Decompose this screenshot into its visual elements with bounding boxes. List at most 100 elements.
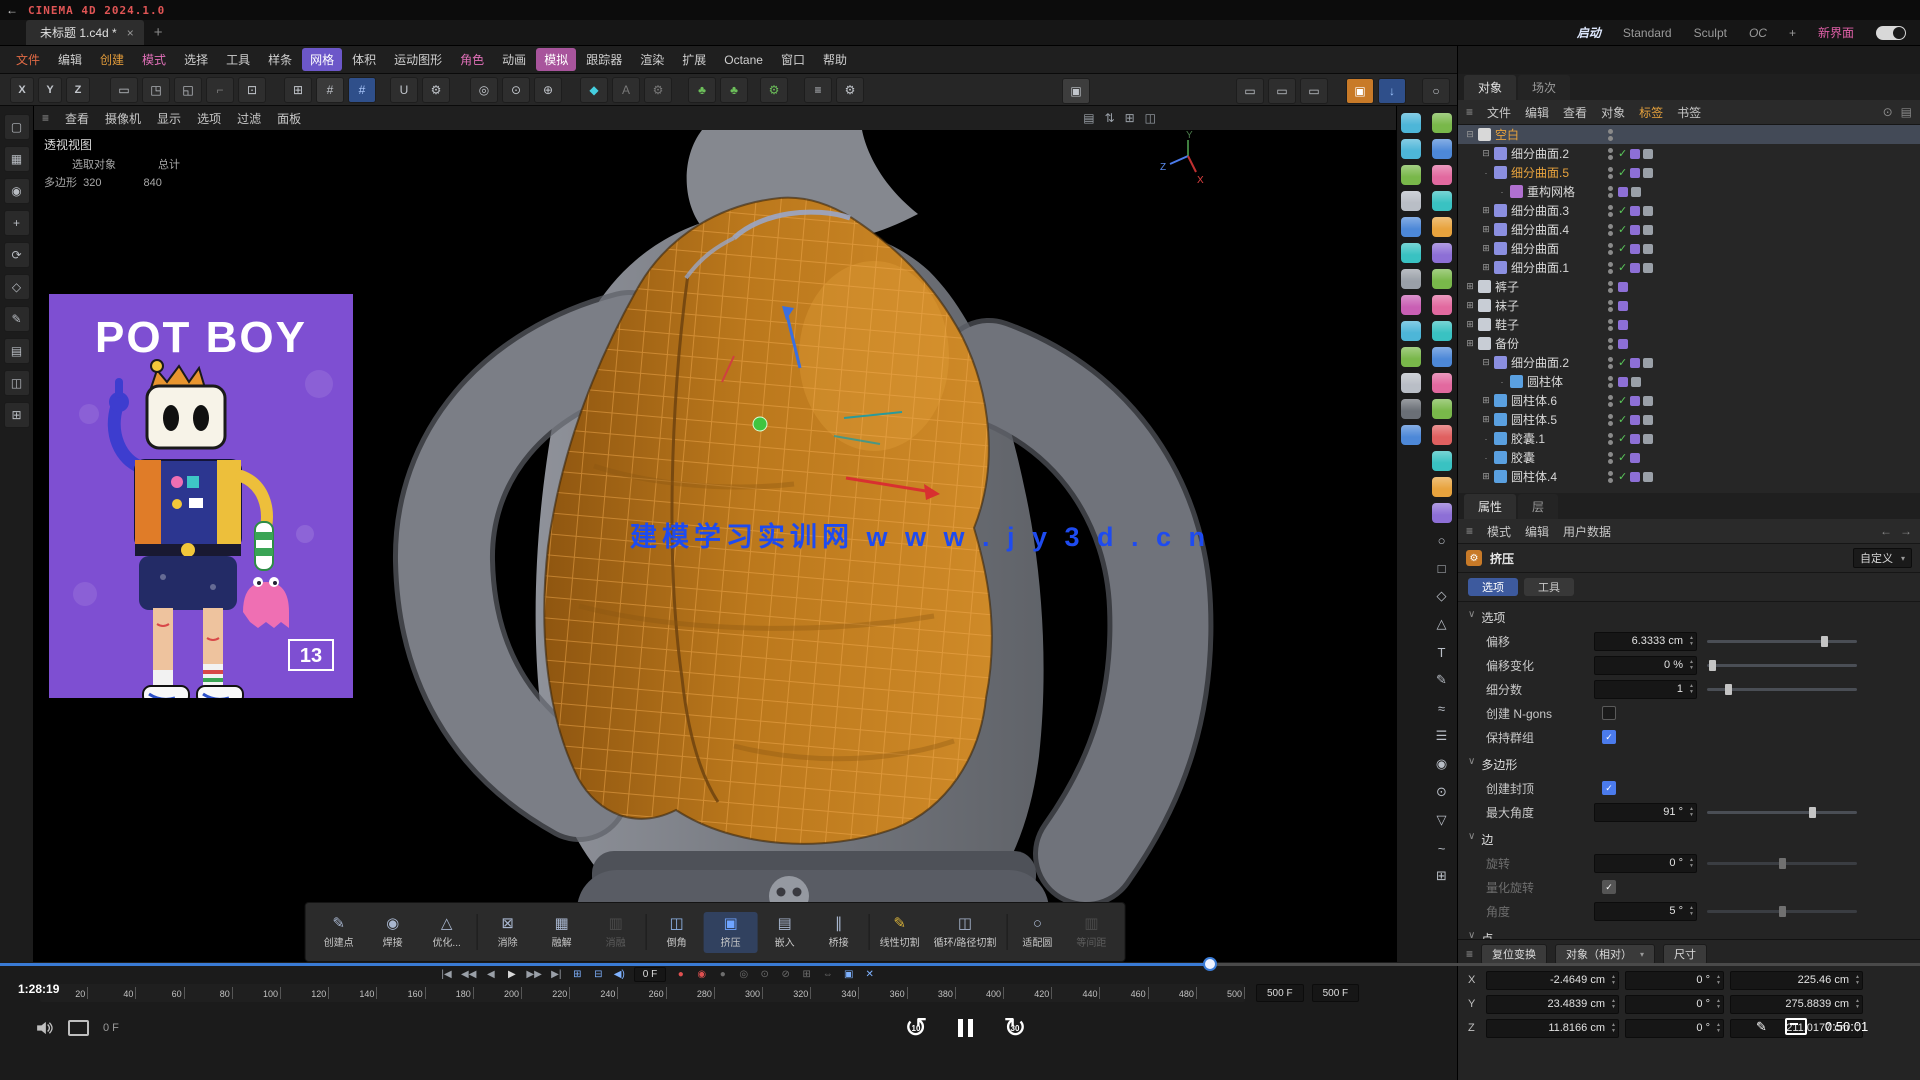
rotation-field[interactable]: 0 °▲▼	[1625, 971, 1724, 990]
toolbar-icon[interactable]: ⚙	[644, 77, 672, 103]
add-tab-button[interactable]: +	[154, 24, 163, 41]
tool-icon[interactable]: ⟳	[4, 242, 30, 268]
visibility-dots[interactable]	[1608, 300, 1613, 312]
value-field[interactable]: 91 °▲▼	[1594, 803, 1697, 822]
visibility-dots[interactable]	[1608, 376, 1613, 388]
object-row[interactable]: ⊞细分曲面.1✓	[1458, 258, 1920, 277]
viewport-menu-icon[interactable]: ◫	[1145, 111, 1156, 125]
visibility-dots[interactable]	[1608, 205, 1613, 217]
mesh-tool-button[interactable]: ⊠消除	[481, 912, 535, 953]
panel-menu-icon[interactable]: ←	[1880, 524, 1892, 538]
menu-item[interactable]: 跟踪器	[578, 48, 630, 71]
spline-palette-icon[interactable]: ◇	[1431, 585, 1453, 607]
object-name[interactable]: 圆柱体	[1527, 373, 1563, 390]
menu-item[interactable]: 运动图形	[386, 48, 450, 71]
checkbox[interactable]: ✓	[1602, 730, 1616, 744]
size-button[interactable]: 尺寸	[1663, 944, 1707, 965]
transport-icon[interactable]: ⊞	[800, 969, 813, 980]
expander-icon[interactable]: ⊞	[1480, 262, 1492, 273]
tag-icon[interactable]	[1643, 358, 1653, 368]
expander-icon[interactable]: ⊞	[1464, 338, 1476, 349]
palette-icon[interactable]	[1432, 191, 1452, 211]
visibility-dots[interactable]	[1608, 319, 1613, 331]
viewport-menu-icon[interactable]: ⊞	[1125, 111, 1135, 125]
toolbar-icon[interactable]: ⊡	[238, 77, 266, 103]
tag-icon[interactable]	[1630, 149, 1640, 159]
tool-subtab[interactable]: 工具	[1524, 578, 1574, 596]
toolbar-icon[interactable]: ⊕	[534, 77, 562, 103]
value-field[interactable]: 0 °▲▼	[1594, 854, 1697, 873]
object-name[interactable]: 细分曲面.2	[1511, 145, 1569, 162]
slider-knob[interactable]	[1709, 660, 1716, 671]
spline-palette-icon[interactable]: ▽	[1431, 809, 1453, 831]
palette-icon[interactable]	[1432, 477, 1452, 497]
menu-item[interactable]: 动画	[494, 48, 534, 71]
expander-icon[interactable]: ⊞	[1480, 414, 1492, 425]
tool-icon[interactable]: ▢	[4, 114, 30, 140]
visibility-dots[interactable]	[1608, 243, 1613, 255]
tag-icon[interactable]	[1630, 434, 1640, 444]
tag-icon[interactable]	[1631, 187, 1641, 197]
checkbox[interactable]: ✓	[1602, 880, 1616, 894]
toolbar-icon[interactable]: ⊞	[284, 77, 312, 103]
tag-icon[interactable]	[1643, 434, 1653, 444]
value-field[interactable]: 1▲▼	[1594, 680, 1697, 699]
slider[interactable]	[1707, 811, 1857, 814]
expander-icon[interactable]: ⊞	[1464, 319, 1476, 330]
object-row[interactable]: ·胶囊.1✓	[1458, 429, 1920, 448]
visibility-dots[interactable]	[1608, 395, 1613, 407]
toolbar-icon[interactable]: ⚙	[760, 77, 788, 103]
enabled-check-icon[interactable]: ✓	[1618, 147, 1627, 160]
skip-forward-button[interactable]: ↻30	[999, 1012, 1031, 1044]
palette-icon[interactable]	[1401, 217, 1421, 237]
mesh-tool-button[interactable]: ▤嵌入	[758, 912, 812, 953]
tag-icon[interactable]	[1630, 453, 1640, 463]
visibility-dots[interactable]	[1608, 357, 1613, 369]
toolbar-icon[interactable]: ◳	[142, 77, 170, 103]
mesh-tool-button[interactable]: ▣挤压	[704, 912, 758, 953]
size-field[interactable]: 225.46 cm▲▼	[1730, 971, 1863, 990]
spline-palette-icon[interactable]: ~	[1431, 837, 1453, 859]
toolbar-icon[interactable]: ▭	[1300, 78, 1328, 104]
visibility-dots[interactable]	[1608, 414, 1613, 426]
back-arrow-icon[interactable]: ←	[6, 3, 18, 17]
reset-transform-button[interactable]: 复位变换	[1481, 944, 1547, 965]
annotate-pencil-icon[interactable]: ✎	[1756, 1019, 1767, 1035]
enabled-check-icon[interactable]: ✓	[1618, 432, 1627, 445]
layout-button[interactable]: Sculpt	[1694, 26, 1727, 40]
mesh-tool-button[interactable]: ○适配圆	[1010, 912, 1064, 953]
object-row[interactable]: ⊞裤子	[1458, 277, 1920, 296]
object-row[interactable]: ⊟细分曲面.2✓	[1458, 144, 1920, 163]
section-header[interactable]: ∨选项	[1458, 602, 1920, 629]
slider-knob[interactable]	[1821, 636, 1828, 647]
palette-icon[interactable]	[1432, 165, 1452, 185]
object-manager-menu-item[interactable]: 查看	[1563, 104, 1587, 121]
new-ui-label[interactable]: 新界面	[1818, 24, 1854, 41]
enabled-check-icon[interactable]: ✓	[1618, 242, 1627, 255]
toolbar-icon[interactable]: A	[612, 77, 640, 103]
panel-tab[interactable]: 场次	[1518, 75, 1570, 100]
visibility-dots[interactable]	[1608, 129, 1613, 141]
palette-icon[interactable]	[1432, 113, 1452, 133]
spinner-icons[interactable]: ▲▼	[1716, 974, 1721, 986]
checkbox[interactable]: ✓	[1602, 781, 1616, 795]
toolbar-icon[interactable]: Y	[38, 77, 62, 103]
toolbar-icon[interactable]: ↓	[1378, 78, 1406, 104]
add-layout-button[interactable]: +	[1789, 26, 1796, 40]
menu-item[interactable]: 模式	[134, 48, 174, 71]
object-name[interactable]: 细分曲面.1	[1511, 259, 1569, 276]
spinner-icons[interactable]: ▲▼	[1689, 659, 1694, 671]
slider[interactable]	[1707, 910, 1857, 913]
tag-icon[interactable]	[1630, 168, 1640, 178]
visibility-dots[interactable]	[1608, 167, 1613, 179]
palette-icon[interactable]	[1432, 269, 1452, 289]
menu-item[interactable]: 创建	[92, 48, 132, 71]
pause-button[interactable]	[958, 1019, 973, 1037]
size-field[interactable]: 275.8839 cm▲▼	[1730, 995, 1863, 1014]
viewport-menu-item[interactable]: 查看	[65, 110, 89, 127]
transport-icon[interactable]: ⇔	[821, 969, 834, 980]
viewport-menu-item[interactable]: 显示	[157, 110, 181, 127]
tag-icon[interactable]	[1630, 225, 1640, 235]
enabled-check-icon[interactable]: ✓	[1618, 166, 1627, 179]
tag-icon[interactable]	[1643, 225, 1653, 235]
